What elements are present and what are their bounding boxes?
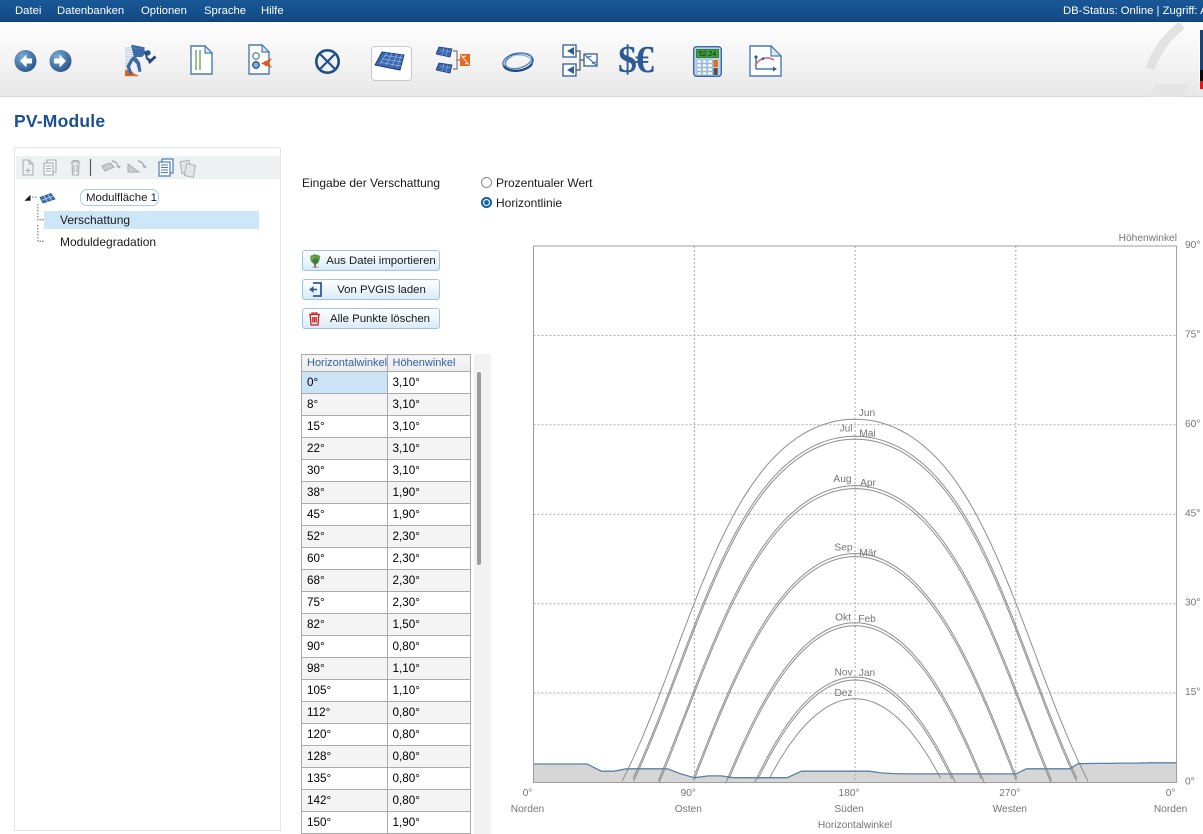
svg-text:Dez: Dez	[834, 688, 852, 699]
svg-text:Apr: Apr	[860, 478, 876, 489]
svg-text:75°: 75°	[1185, 329, 1200, 340]
svg-text:180°: 180°	[839, 788, 860, 799]
svg-text:Sep: Sep	[834, 543, 852, 554]
svg-text:60°: 60°	[1185, 419, 1200, 430]
svg-text:45°: 45°	[1185, 508, 1200, 519]
svg-text:90°: 90°	[1185, 240, 1200, 251]
svg-text:Okt: Okt	[835, 613, 851, 624]
svg-text:0°: 0°	[1185, 777, 1195, 788]
svg-text:Mär: Mär	[859, 548, 877, 559]
svg-text:Aug: Aug	[833, 474, 851, 485]
svg-text:15°: 15°	[1185, 687, 1200, 698]
svg-text:90°: 90°	[681, 788, 696, 799]
svg-text:0°: 0°	[1166, 788, 1176, 799]
svg-text:Norden: Norden	[1154, 804, 1187, 815]
svg-text:Jan: Jan	[859, 668, 875, 679]
svg-text:Horizontalwinkel: Horizontalwinkel	[818, 820, 892, 831]
svg-text:Jun: Jun	[859, 408, 875, 419]
svg-text:Nov: Nov	[834, 668, 853, 679]
svg-text:Osten: Osten	[675, 804, 702, 815]
svg-text:Feb: Feb	[858, 614, 876, 625]
svg-text:Höhenwinkel: Höhenwinkel	[1119, 233, 1177, 244]
svg-text:Westen: Westen	[993, 804, 1027, 815]
svg-text:Süden: Süden	[834, 804, 863, 815]
svg-text:30°: 30°	[1185, 598, 1200, 609]
svg-text:Mai: Mai	[859, 429, 875, 440]
svg-text:270°: 270°	[999, 788, 1020, 799]
svg-text:Norden: Norden	[511, 804, 544, 815]
svg-text:0°: 0°	[523, 788, 533, 799]
svg-text:Jul: Jul	[839, 424, 852, 435]
